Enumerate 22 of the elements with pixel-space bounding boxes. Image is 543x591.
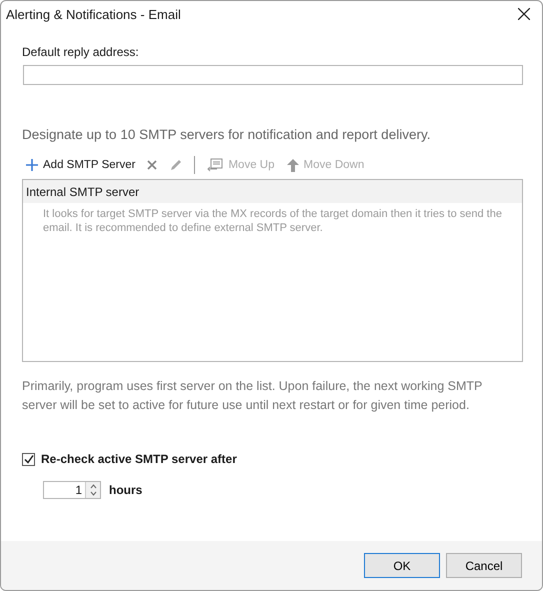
list-arrow-icon	[207, 158, 224, 172]
field-label: Default reply address:	[22, 45, 140, 59]
reply-address-field[interactable]	[23, 65, 523, 85]
hours-spinner[interactable]: 1	[43, 481, 101, 499]
server-name: Internal SMTP server	[23, 180, 522, 203]
close-icon	[518, 8, 530, 20]
info-text: Primarily, program uses first server on the list. Upon failure, the next working SMTP server will be set to active for future use until next restart or for given time period.	[22, 378, 484, 414]
dialog-button[interactable]: Cancel	[446, 553, 522, 578]
unit-label: hours	[109, 483, 142, 497]
pencil-icon	[169, 158, 182, 172]
close-icon	[147, 160, 158, 170]
plus-icon	[26, 159, 38, 171]
arrow-up-icon	[286, 158, 298, 172]
section-heading: Designate up to 10 SMTP servers for notification and report delivery.	[22, 127, 432, 142]
add-button[interactable]: Add SMTP Server	[26, 159, 136, 171]
server-description: It looks for target SMTP server via the MX records of the target domain then it tries to send the email. It is recommended to define external SMTP server.	[42, 207, 503, 235]
checkbox-label: Re-check active SMTP server after	[41, 452, 237, 466]
close-button[interactable]	[518, 8, 530, 20]
server-item[interactable]: Internal SMTP server It looks for target SMTP server via the MX records of the target domain then it tries to send the email. It is recommended to define external SMTP server.	[23, 180, 522, 235]
dialog-button[interactable]: OK	[364, 553, 440, 578]
recheck-checkbox[interactable]	[22, 452, 35, 466]
window-title: Alerting & Notifications - Email	[6, 6, 181, 22]
